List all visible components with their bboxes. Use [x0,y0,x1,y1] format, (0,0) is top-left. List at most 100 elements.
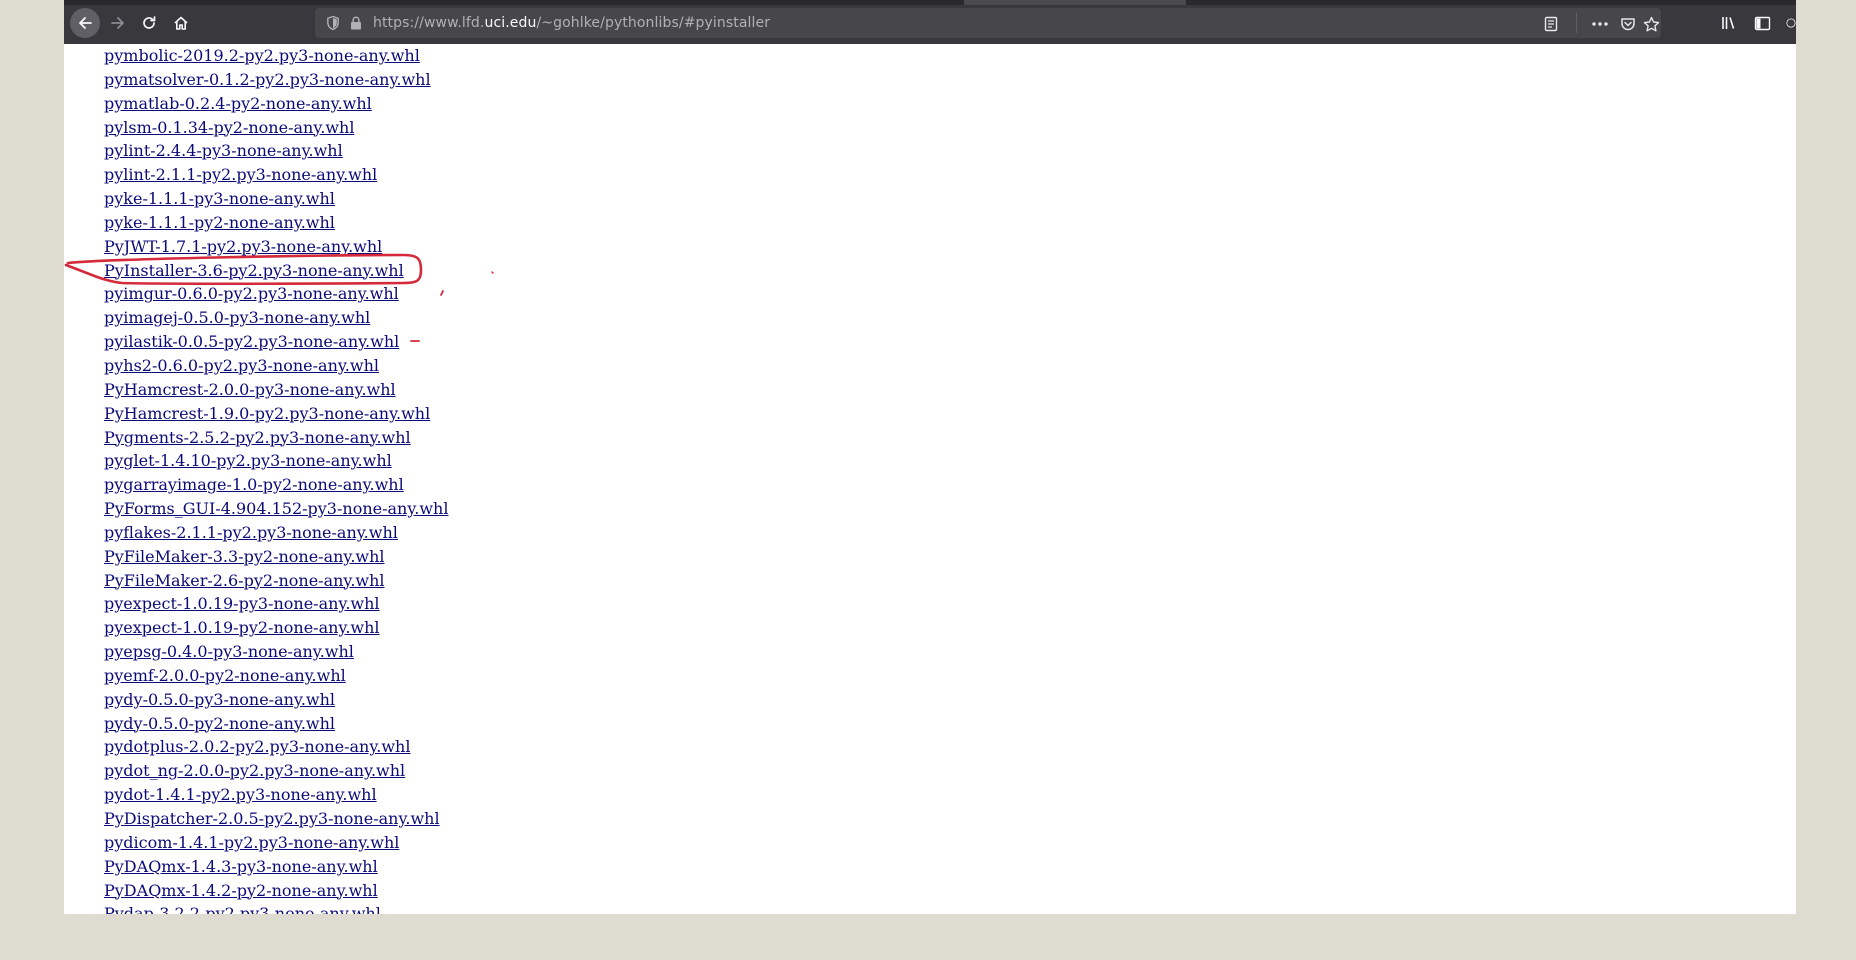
list-item: pyimagej-0.5.0-py3-none-any.whl [104,306,448,330]
reload-icon [143,16,156,29]
arrow-right-icon [111,17,124,29]
file-link[interactable]: PyJWT-1.7.1-py2.py3-none-any.whl [104,237,382,256]
account-icon[interactable] [1786,13,1796,33]
file-link[interactable]: pyflakes-2.1.1-py2.py3-none-any.whl [104,523,398,542]
file-link[interactable]: pyexpect-1.0.19-py2-none-any.whl [104,618,380,637]
file-link[interactable]: pydicom-1.4.1-py2.py3-none-any.whl [104,833,399,852]
file-link[interactable]: pymatsolver-0.1.2-py2.py3-none-any.whl [104,70,431,89]
file-link[interactable]: pyilastik-0.0.5-py2.py3-none-any.whl [104,332,399,351]
list-item: Pygments-2.5.2-py2.py3-none-any.whl [104,426,448,450]
file-link[interactable]: PyForms_GUI-4.904.152-py3-none-any.whl [104,499,448,518]
file-link[interactable]: pylsm-0.1.34-py2-none-any.whl [104,118,354,137]
star-icon[interactable] [1642,15,1660,33]
file-link[interactable]: Pygments-2.5.2-py2.py3-none-any.whl [104,428,411,447]
url-domain: uci.edu [484,15,537,31]
list-item: pylint-2.1.1-py2.py3-none-any.whl [104,163,448,187]
list-item: PyInstaller-3.6-py2.py3-none-any.whl [104,259,448,283]
file-link[interactable]: pyexpect-1.0.19-py3-none-any.whl [104,594,380,613]
list-item: pydy-0.5.0-py2-none-any.whl [104,712,448,736]
list-item: pymatsolver-0.1.2-py2.py3-none-any.whl [104,68,448,92]
list-item: PyFileMaker-2.6-py2-none-any.whl [104,569,448,593]
file-link[interactable]: pyke-1.1.1-py2-none-any.whl [104,213,335,232]
url-bar[interactable]: https://www.lfd.uci.edu/~gohlke/pythonli… [315,8,1661,38]
list-item: PyForms_GUI-4.904.152-py3-none-any.whl [104,497,448,521]
url-path: /~gohlke/pythonlibs/#pyinstaller [536,15,771,31]
list-item: pyflakes-2.1.1-py2.py3-none-any.whl [104,521,448,545]
file-link[interactable]: PyFileMaker-2.6-py2-none-any.whl [104,571,385,590]
list-item: pygarrayimage-1.0-py2-none-any.whl [104,473,448,497]
list-item: pymatlab-0.2.4-py2-none-any.whl [104,92,448,116]
file-link[interactable]: PyDispatcher-2.0.5-py2.py3-none-any.whl [104,809,440,828]
list-item: PyDAQmx-1.4.2-py2-none-any.whl [104,879,448,903]
list-item: pyemf-2.0.0-py2-none-any.whl [104,664,448,688]
file-list: pymbolic-2019.2-py2.py3-none-any.whl pyma… [104,44,448,914]
file-link[interactable]: pylint-2.1.1-py2.py3-none-any.whl [104,165,377,184]
url-bar-divider [1576,13,1577,33]
tab-strip [64,0,964,5]
forward-button[interactable] [104,9,132,37]
file-link[interactable]: pyimgur-0.6.0-py2.py3-none-any.whl [104,284,399,303]
file-link[interactable]: pydy-0.5.0-py2-none-any.whl [104,714,335,733]
file-link[interactable]: pydot_ng-2.0.0-py2.py3-none-any.whl [104,761,405,780]
browser-toolbar: https://www.lfd.uci.edu/~gohlke/pythonli… [64,0,1796,44]
list-item: pydy-0.5.0-py3-none-any.whl [104,688,448,712]
list-item: pyke-1.1.1-py2-none-any.whl [104,211,448,235]
list-item: pyhs2-0.6.0-py2.py3-none-any.whl [104,354,448,378]
file-link[interactable]: pymatlab-0.2.4-py2-none-any.whl [104,94,372,113]
file-link[interactable]: pydy-0.5.0-py3-none-any.whl [104,690,335,709]
list-item: pydotplus-2.0.2-py2.py3-none-any.whl [104,735,448,759]
list-item: PyDispatcher-2.0.5-py2.py3-none-any.whl [104,807,448,831]
file-link[interactable]: pydotplus-2.0.2-py2.py3-none-any.whl [104,737,410,756]
file-link[interactable]: PyDAQmx-1.4.3-py3-none-any.whl [104,857,378,876]
url-prefix: https://www.lfd. [373,15,485,31]
list-item: pylsm-0.1.34-py2-none-any.whl [104,116,448,140]
page-content: pymbolic-2019.2-py2.py3-none-any.whl pyma… [64,44,1796,914]
file-link[interactable]: PyInstaller-3.6-py2.py3-none-any.whl [104,261,404,280]
tab-strip-right [1186,0,1796,5]
file-link[interactable]: pyemf-2.0.0-py2-none-any.whl [104,666,346,685]
file-link[interactable]: pyhs2-0.6.0-py2.py3-none-any.whl [104,356,379,375]
file-link[interactable]: pyimagej-0.5.0-py3-none-any.whl [104,308,370,327]
list-item: Pydap-3.2.2-py2.py3-none-any.whl [104,902,448,914]
reload-button[interactable] [135,9,163,37]
list-item: PyHamcrest-1.9.0-py2.py3-none-any.whl [104,402,448,426]
file-link[interactable]: PyDAQmx-1.4.2-py2-none-any.whl [104,881,378,900]
file-link[interactable]: PyFileMaker-3.3-py2-none-any.whl [104,547,385,566]
list-item: PyDAQmx-1.4.3-py3-none-any.whl [104,855,448,879]
back-button[interactable] [70,8,100,38]
list-item: pydot_ng-2.0.0-py2.py3-none-any.whl [104,759,448,783]
shield-icon[interactable] [325,15,341,31]
arrow-left-icon [79,17,92,29]
file-link[interactable]: pyke-1.1.1-py3-none-any.whl [104,189,335,208]
file-link[interactable]: Pydap-3.2.2-py2.py3-none-any.whl [104,904,381,914]
list-item: pydot-1.4.1-py2.py3-none-any.whl [104,783,448,807]
list-item: pyexpect-1.0.19-py2-none-any.whl [104,616,448,640]
file-link[interactable]: PyHamcrest-1.9.0-py2.py3-none-any.whl [104,404,430,423]
home-button[interactable] [167,9,195,37]
list-item: pyexpect-1.0.19-py3-none-any.whl [104,592,448,616]
file-link[interactable]: pyepsg-0.4.0-py3-none-any.whl [104,642,354,661]
list-item: pyimgur-0.6.0-py2.py3-none-any.whl [104,282,448,306]
pocket-icon[interactable] [1619,15,1637,33]
library-icon[interactable] [1720,13,1740,33]
reader-view-icon[interactable] [1542,15,1560,33]
url-text[interactable]: https://www.lfd.uci.edu/~gohlke/pythonli… [373,15,770,31]
list-item: pyglet-1.4.10-py2.py3-none-any.whl [104,449,448,473]
file-link[interactable]: pyglet-1.4.10-py2.py3-none-any.whl [104,451,392,470]
file-link[interactable]: PyHamcrest-2.0.0-py3-none-any.whl [104,380,396,399]
ellipsis-icon[interactable] [1591,15,1609,33]
lock-icon[interactable] [349,15,363,31]
file-link[interactable]: pygarrayimage-1.0-py2-none-any.whl [104,475,404,494]
list-item: pyilastik-0.0.5-py2.py3-none-any.whl [104,330,448,354]
list-item: pylint-2.4.4-py3-none-any.whl [104,139,448,163]
list-item: PyFileMaker-3.3-py2-none-any.whl [104,545,448,569]
list-item: pydicom-1.4.1-py2.py3-none-any.whl [104,831,448,855]
home-icon [174,16,188,30]
file-link[interactable]: pydot-1.4.1-py2.py3-none-any.whl [104,785,377,804]
list-item: pymbolic-2019.2-py2.py3-none-any.whl [104,44,448,68]
file-link[interactable]: pymbolic-2019.2-py2.py3-none-any.whl [104,46,420,65]
tab-active[interactable] [964,0,1186,5]
list-item: PyHamcrest-2.0.0-py3-none-any.whl [104,378,448,402]
sidebar-icon[interactable] [1752,13,1772,33]
file-link[interactable]: pylint-2.4.4-py3-none-any.whl [104,141,343,160]
